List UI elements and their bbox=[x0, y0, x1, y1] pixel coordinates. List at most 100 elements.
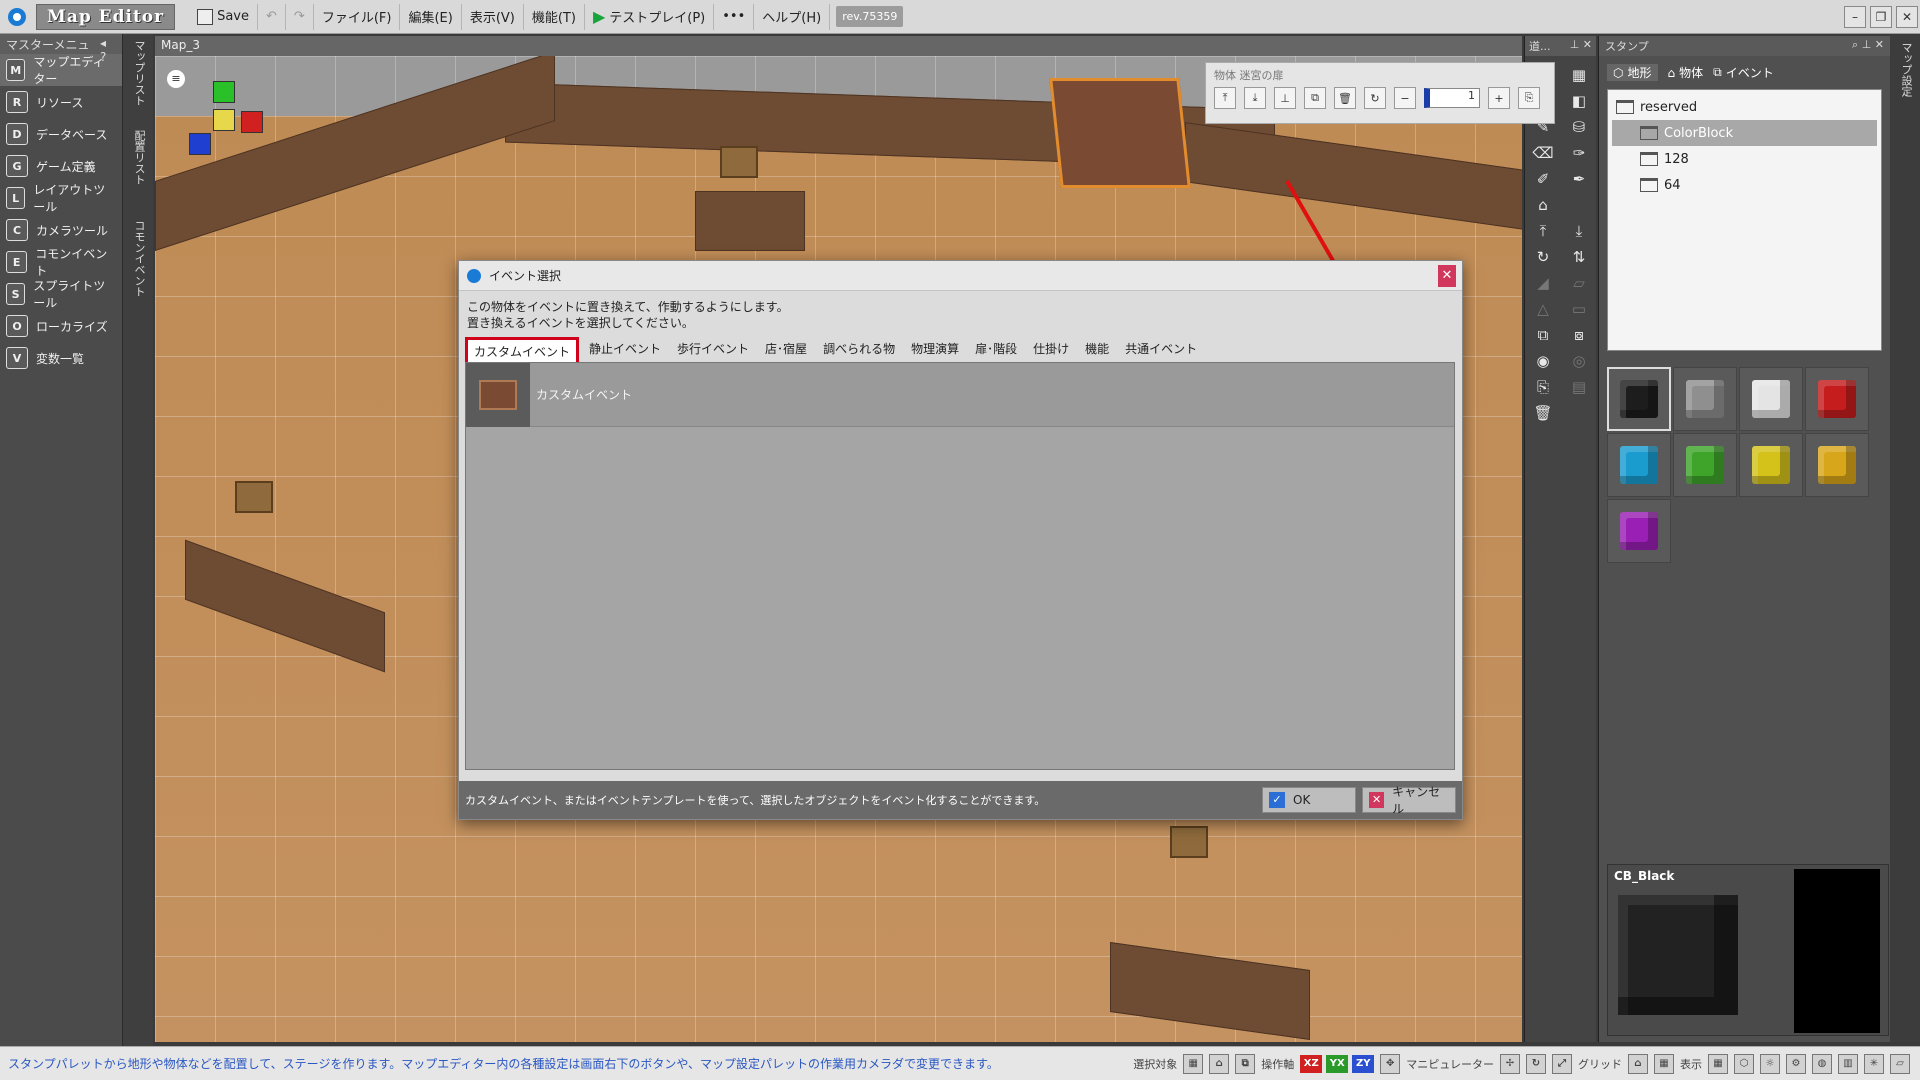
flip-tool-icon[interactable]: ⇅ bbox=[1565, 244, 1593, 270]
select-terrain-icon[interactable]: ▦ bbox=[1183, 1053, 1204, 1074]
color-block-stamp[interactable] bbox=[1739, 367, 1803, 431]
minimize-button[interactable]: – bbox=[1844, 6, 1866, 28]
triangle-tool-icon[interactable]: △ bbox=[1529, 296, 1557, 322]
eraser-tool-icon[interactable]: ⌫ bbox=[1529, 140, 1557, 166]
axis-button[interactable]: YX bbox=[1326, 1054, 1349, 1073]
master-menu-item[interactable]: D データベース bbox=[0, 118, 122, 150]
undo-button[interactable]: ↶ bbox=[258, 3, 286, 30]
lower-tool-icon[interactable]: ⤓ bbox=[1565, 218, 1593, 244]
rotate-icon[interactable]: ↻ bbox=[1364, 87, 1386, 109]
grid-tool-icon[interactable]: ▦ bbox=[1565, 62, 1593, 88]
menu-function[interactable]: 機能(T) bbox=[524, 3, 585, 30]
cancel-button[interactable]: ✕ キャンセル bbox=[1362, 785, 1456, 816]
smudge-tool-icon[interactable]: ✒ bbox=[1565, 166, 1593, 192]
color-block-stamp[interactable] bbox=[1673, 433, 1737, 497]
vtab-common-event[interactable]: コモンイベント bbox=[123, 214, 155, 314]
move-icon[interactable]: ✢ bbox=[1500, 1053, 1520, 1074]
vtab-map-settings[interactable]: マップ設定 bbox=[1890, 36, 1920, 103]
display-settings-icon[interactable]: ⚙ bbox=[1786, 1053, 1806, 1074]
paste-tool-icon[interactable]: ▤ bbox=[1565, 374, 1593, 400]
master-menu-item[interactable]: R リソース bbox=[0, 86, 122, 118]
raise-tool-icon[interactable]: ⤒ bbox=[1529, 218, 1557, 244]
color-block-stamp[interactable] bbox=[1607, 367, 1671, 431]
menu-help[interactable]: ヘルプ(H) bbox=[754, 3, 831, 30]
manipulator-icon[interactable]: ✥ bbox=[1380, 1053, 1401, 1074]
raise-icon[interactable]: ⤒ bbox=[1214, 87, 1236, 109]
master-menu-item[interactable]: S スプライトツール bbox=[0, 278, 122, 310]
delete-icon[interactable]: 🗑 bbox=[1334, 87, 1356, 109]
more-button[interactable]: ••• bbox=[714, 3, 755, 30]
scale-icon[interactable]: ⤢ bbox=[1552, 1053, 1572, 1074]
house-tool-icon[interactable]: ⌂ bbox=[1529, 192, 1557, 218]
color-block-stamp[interactable] bbox=[1805, 367, 1869, 431]
tree-folder-item[interactable]: 64 bbox=[1612, 172, 1877, 198]
box-tool-icon[interactable]: ▭ bbox=[1565, 296, 1593, 322]
bucket-tool-icon[interactable]: ⛁ bbox=[1565, 114, 1593, 140]
axis-button[interactable]: XZ bbox=[1300, 1054, 1323, 1073]
tab-object[interactable]: ⌂ 物体 bbox=[1668, 64, 1704, 81]
menu-edit[interactable]: 編集(E) bbox=[400, 3, 462, 30]
display-light-icon[interactable]: ☼ bbox=[1760, 1053, 1780, 1074]
display-wire-icon[interactable]: ▥ bbox=[1838, 1053, 1858, 1074]
grid-toggle-icon[interactable]: ▦ bbox=[1654, 1053, 1674, 1074]
axis-gizmo[interactable] bbox=[185, 81, 265, 161]
master-menu-item[interactable]: G ゲーム定義 bbox=[0, 150, 122, 182]
brush-tool-icon[interactable]: ✐ bbox=[1529, 166, 1557, 192]
display-box-icon[interactable]: ▱ bbox=[1890, 1053, 1910, 1074]
treasure-chest[interactable] bbox=[720, 146, 758, 178]
menu-file[interactable]: ファイル(F) bbox=[314, 3, 401, 30]
copy-tool-icon[interactable]: ⎘ bbox=[1529, 374, 1557, 400]
tab-event[interactable]: ⧉ イベント bbox=[1713, 64, 1774, 81]
eyedropper-tool-icon[interactable]: ✑ bbox=[1565, 140, 1593, 166]
group-tool-icon[interactable]: ⧉ bbox=[1529, 322, 1557, 348]
lower-icon[interactable]: ⤓ bbox=[1244, 87, 1266, 109]
wall-tool-icon[interactable]: ▱ bbox=[1565, 270, 1593, 296]
collapse-icon[interactable]: ◂ ? bbox=[100, 36, 116, 64]
close-button[interactable]: ✕ bbox=[1896, 6, 1918, 28]
coin-tool-icon[interactable]: ◎ bbox=[1565, 348, 1593, 374]
camera-tool-icon[interactable]: ◉ bbox=[1529, 348, 1557, 374]
master-menu-item[interactable]: O ローカライズ bbox=[0, 310, 122, 342]
copy-icon[interactable]: ⧉ bbox=[1304, 87, 1326, 109]
tree-folder-item[interactable]: 128 bbox=[1612, 146, 1877, 172]
selected-door-object[interactable] bbox=[1049, 78, 1191, 188]
color-block-stamp[interactable] bbox=[1805, 433, 1869, 497]
color-block-stamp[interactable] bbox=[1607, 433, 1671, 497]
select-object-icon[interactable]: ⌂ bbox=[1209, 1053, 1230, 1074]
ungroup-tool-icon[interactable]: ⧇ bbox=[1565, 322, 1593, 348]
trash-tool-icon[interactable]: 🗑 bbox=[1529, 400, 1557, 426]
object-count-field[interactable]: 1 bbox=[1424, 88, 1480, 108]
grid-height-icon[interactable]: ⌂ bbox=[1628, 1053, 1648, 1074]
redo-button[interactable]: ↷ bbox=[286, 3, 314, 30]
vtab-map-list[interactable]: マップリスト bbox=[123, 34, 155, 124]
slope-tool-icon[interactable]: ◢ bbox=[1529, 270, 1557, 296]
vtab-placement-list[interactable]: 配置リスト bbox=[123, 124, 155, 214]
ground-icon[interactable]: ⊥ bbox=[1274, 87, 1296, 109]
testplay-button[interactable]: ▶ テストプレイ(P) bbox=[585, 3, 715, 30]
master-menu-item[interactable]: E コモンイベント bbox=[0, 246, 122, 278]
stamp-search-icon[interactable]: ⌕ ⊥ ✕ bbox=[1852, 38, 1884, 54]
tree-folder-item[interactable]: reserved bbox=[1612, 94, 1877, 120]
display-sphere-icon[interactable]: ◍ bbox=[1812, 1053, 1832, 1074]
display-grid-icon[interactable]: ▦ bbox=[1708, 1053, 1728, 1074]
rotate-icon[interactable]: ↻ bbox=[1526, 1053, 1546, 1074]
plus-icon[interactable]: + bbox=[1488, 87, 1510, 109]
color-block-stamp[interactable] bbox=[1673, 367, 1737, 431]
display-3d-icon[interactable]: ⬡ bbox=[1734, 1053, 1754, 1074]
pin-close-icon[interactable]: ⊥ ✕ bbox=[1570, 38, 1592, 54]
menu-view[interactable]: 表示(V) bbox=[462, 3, 524, 30]
minus-icon[interactable]: − bbox=[1394, 87, 1416, 109]
treasure-chest[interactable] bbox=[1170, 826, 1208, 858]
view-menu-icon[interactable]: ≡ bbox=[167, 70, 185, 88]
master-menu-item[interactable]: C カメラツール bbox=[0, 214, 122, 246]
event-list-item[interactable]: カスタムイベント bbox=[466, 362, 1454, 427]
ok-button[interactable]: ✓ OK bbox=[1262, 787, 1356, 813]
display-tree-icon[interactable]: ✳ bbox=[1864, 1053, 1884, 1074]
master-menu-item[interactable]: V 変数一覧 bbox=[0, 342, 122, 374]
map-tab[interactable]: Map_3 bbox=[155, 36, 1522, 56]
master-menu-item[interactable]: M マップエディター bbox=[0, 54, 122, 86]
select-event-icon[interactable]: ⧉ bbox=[1235, 1053, 1256, 1074]
restore-button[interactable]: ❐ bbox=[1870, 6, 1892, 28]
convert-event-icon[interactable]: ⎘ bbox=[1518, 87, 1540, 109]
treasure-chest[interactable] bbox=[235, 481, 273, 513]
